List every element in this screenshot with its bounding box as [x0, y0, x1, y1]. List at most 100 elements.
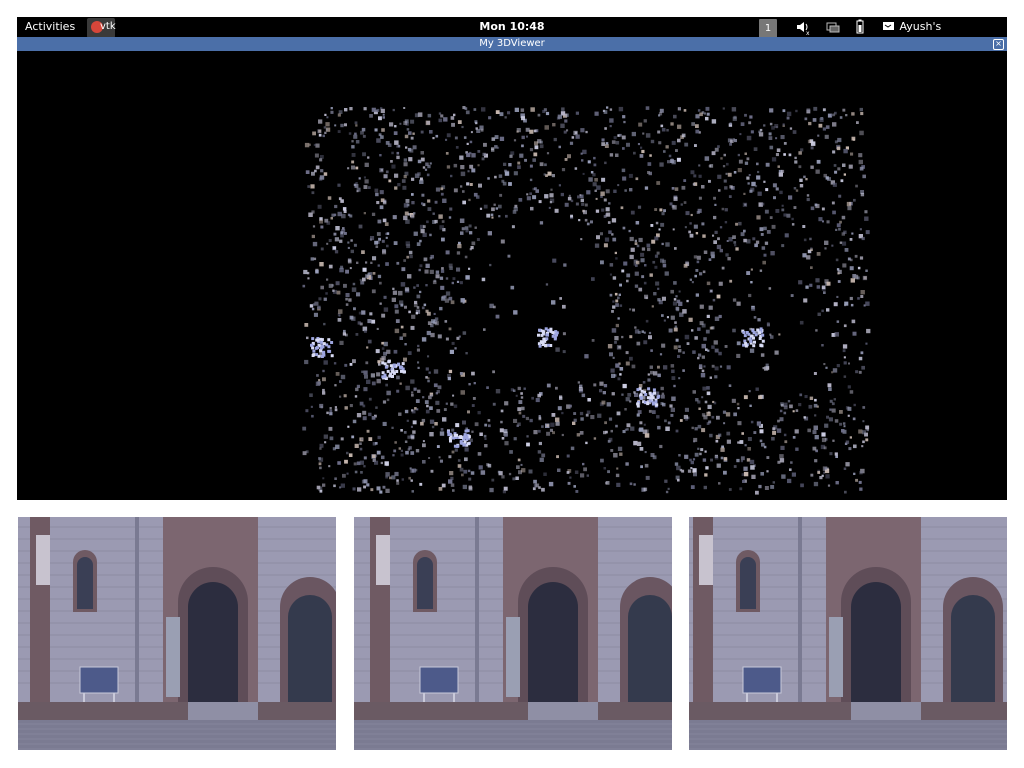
cloud-point: [474, 120, 478, 124]
cloud-point: [654, 400, 658, 404]
volume-icon[interactable]: x: [795, 17, 811, 37]
cloud-point: [315, 353, 319, 357]
cloud-point: [599, 381, 604, 386]
cloud-point: [351, 145, 355, 149]
cloud-point: [716, 415, 720, 420]
cloud-point: [439, 306, 443, 311]
cloud-point: [736, 402, 740, 406]
cloud-point: [812, 446, 817, 451]
cloud-point: [371, 107, 376, 112]
cloud-point: [834, 419, 839, 423]
cloud-point: [375, 192, 379, 197]
workspace-indicator[interactable]: 1: [759, 19, 777, 39]
cloud-point: [428, 371, 431, 374]
cloud-point: [452, 489, 455, 492]
cloud-point: [414, 468, 418, 472]
cloud-point: [706, 314, 710, 318]
cloud-point: [865, 438, 869, 442]
cloud-point: [611, 218, 617, 223]
cloud-point: [400, 453, 404, 457]
cloud-point: [652, 388, 656, 392]
cloud-point: [646, 396, 650, 400]
point-cloud[interactable]: [17, 51, 1007, 500]
cloud-point: [544, 194, 549, 199]
cloud-point: [445, 152, 449, 155]
cloud-point: [305, 409, 309, 413]
cloud-point: [360, 471, 363, 474]
cloud-point: [615, 141, 620, 145]
cloud-point: [361, 310, 366, 315]
cloud-point: [500, 409, 504, 413]
cloud-point: [349, 315, 354, 320]
cloud-point: [580, 128, 585, 133]
cloud-point: [672, 205, 677, 210]
cloud-point: [361, 370, 364, 373]
cloud-point: [440, 114, 444, 118]
cloud-point: [325, 122, 330, 127]
cloud-point: [789, 404, 793, 409]
cloud-point: [459, 281, 463, 285]
cloud-point: [393, 131, 398, 135]
cloud-point: [843, 173, 846, 176]
window-titlebar[interactable]: My 3DViewer ×: [17, 37, 1007, 51]
cloud-point: [821, 207, 825, 211]
cloud-point: [809, 396, 814, 400]
cloud-point: [603, 430, 607, 435]
cloud-point: [701, 369, 705, 373]
cloud-point: [323, 126, 326, 129]
cloud-point: [732, 116, 737, 121]
cloud-point: [612, 300, 615, 303]
cloud-point: [819, 476, 823, 480]
cloud-point: [743, 471, 749, 477]
cloud-point: [438, 456, 441, 459]
cloud-point: [856, 121, 859, 124]
cloud-point: [425, 409, 430, 414]
cloud-point: [778, 333, 781, 336]
close-icon[interactable]: ×: [993, 39, 1004, 50]
network-icon[interactable]: [825, 17, 841, 37]
cloud-point: [448, 369, 453, 374]
cloud-point: [391, 164, 396, 169]
cloud-point: [530, 107, 535, 112]
cloud-point: [388, 179, 392, 183]
cloud-point: [859, 228, 862, 231]
cloud-point: [381, 239, 385, 243]
cloud-point: [311, 414, 314, 418]
cloud-point: [860, 112, 864, 116]
cloud-point: [641, 149, 645, 154]
cloud-point: [422, 440, 425, 443]
cloud-point: [564, 158, 568, 161]
cloud-point: [385, 383, 388, 387]
battery-icon[interactable]: [854, 17, 866, 37]
cloud-point: [836, 364, 840, 368]
cloud-point: [329, 436, 334, 441]
3d-viewport[interactable]: [17, 51, 1007, 500]
cloud-point: [855, 478, 858, 482]
cloud-point: [467, 410, 470, 414]
cloud-point: [366, 483, 370, 487]
cloud-point: [706, 281, 711, 286]
cloud-point: [668, 154, 672, 158]
cloud-point: [629, 254, 634, 260]
cloud-point: [478, 183, 482, 188]
cloud-point: [651, 396, 655, 400]
cloud-point: [678, 345, 681, 348]
cloud-point: [832, 439, 835, 442]
cloud-point: [446, 133, 451, 138]
cloud-point: [383, 295, 387, 299]
user-menu[interactable]: Ayush's Workstation: [882, 17, 1007, 53]
cloud-point: [499, 428, 504, 433]
cloud-point: [337, 130, 341, 133]
cloud-point: [806, 197, 810, 202]
cloud-point: [310, 257, 314, 261]
cloud-point: [546, 431, 551, 436]
cloud-point: [652, 260, 656, 264]
cloud-point: [310, 343, 313, 347]
cloud-point: [743, 395, 748, 400]
cloud-point: [599, 232, 603, 236]
cloud-point: [747, 437, 752, 441]
cloud-point: [700, 373, 706, 378]
cloud-point: [763, 253, 767, 257]
cloud-point: [345, 333, 348, 337]
cloud-point: [765, 363, 769, 367]
